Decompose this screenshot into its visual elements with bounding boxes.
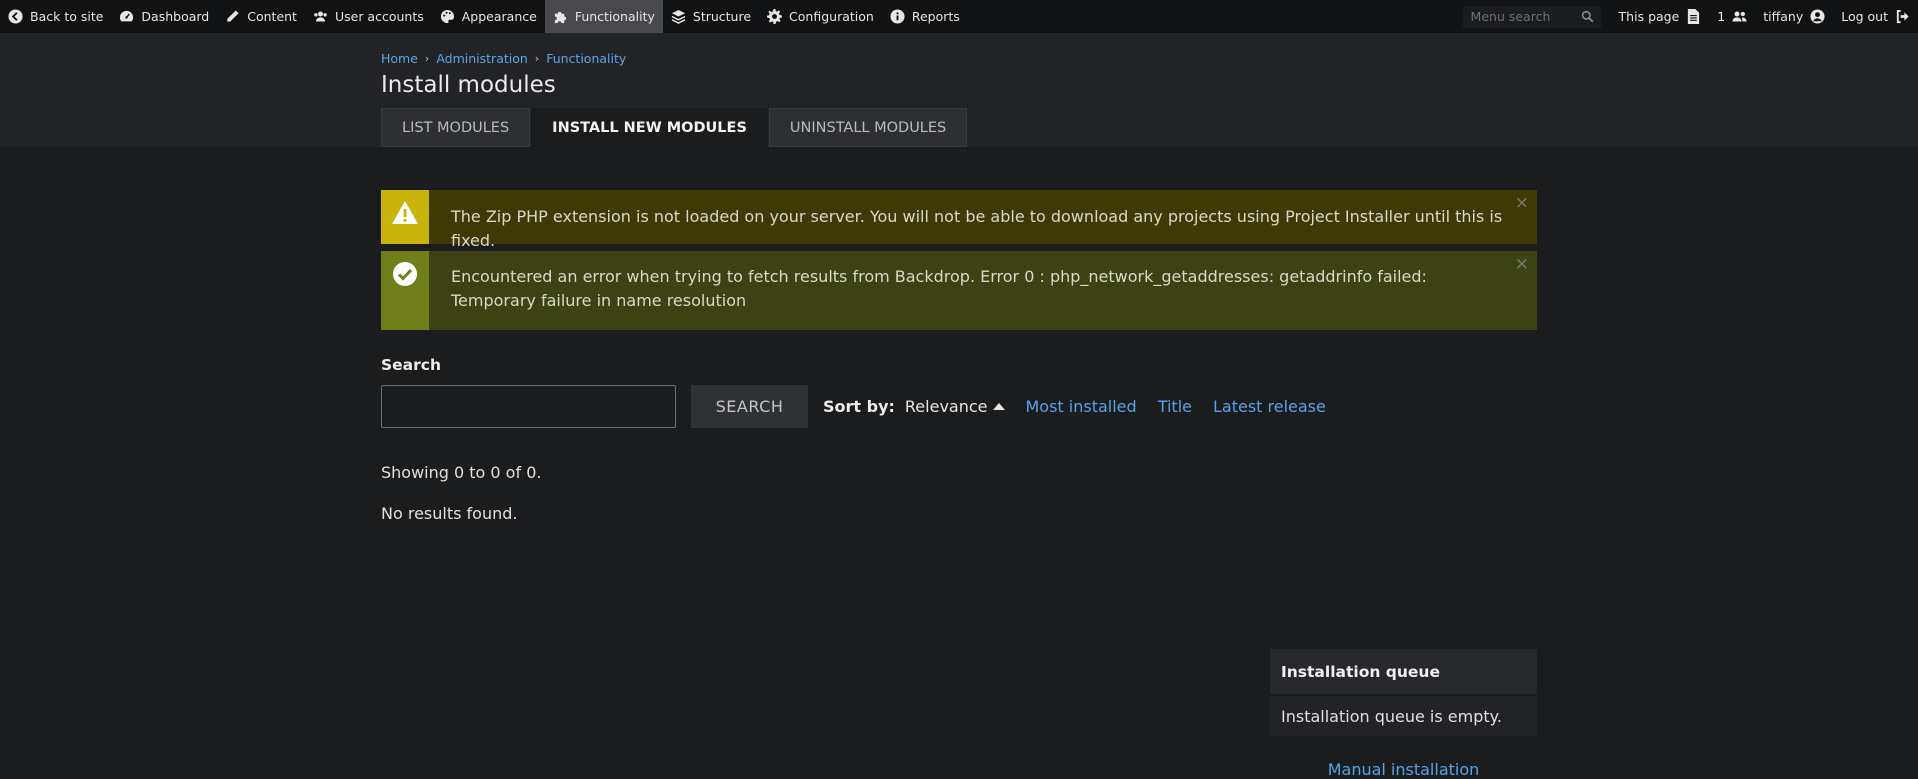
caret-up-icon (992, 403, 1005, 410)
logout-label: Log out (1841, 9, 1888, 24)
installation-queue-title: Installation queue (1270, 649, 1537, 694)
logout-icon (1896, 9, 1909, 24)
configuration-label: Configuration (789, 9, 874, 24)
user-accounts-link[interactable]: User accounts (305, 0, 432, 33)
breadcrumb-separator: › (424, 52, 430, 65)
this-page-link[interactable]: This page (1611, 0, 1710, 33)
sort-most-installed[interactable]: Most installed (1026, 397, 1137, 416)
info-icon (890, 9, 905, 24)
dashboard-label: Dashboard (141, 9, 210, 24)
gear-icon (767, 9, 783, 24)
tab-uninstall-modules[interactable]: UNINSTALL MODULES (768, 108, 968, 147)
manual-installation-link[interactable]: Manual installation (1270, 760, 1537, 779)
appearance-link[interactable]: Appearance (432, 0, 545, 33)
search-button[interactable]: SEARCH (691, 385, 808, 428)
breadcrumb-home[interactable]: Home (381, 51, 418, 66)
page-header: Home › Administration › Functionality In… (0, 33, 1918, 147)
structure-label: Structure (692, 9, 752, 24)
search-input[interactable] (381, 385, 676, 428)
page-title: Install modules (381, 72, 556, 98)
installation-queue: Installation queue Installation queue is… (1270, 649, 1537, 779)
close-icon[interactable]: × (1515, 254, 1529, 274)
palette-icon (440, 9, 454, 24)
logout-link[interactable]: Log out (1833, 0, 1918, 33)
functionality-label: Functionality (574, 9, 655, 24)
menu-search-placeholder: Menu search (1470, 9, 1551, 24)
installation-queue-empty: Installation queue is empty. (1270, 696, 1537, 736)
results-summary: Showing 0 to 0 of 0. (381, 463, 542, 482)
gauge-icon (120, 10, 134, 22)
puzzle-icon (554, 11, 566, 24)
content-label: Content (247, 9, 297, 24)
users-icon (314, 11, 327, 22)
sort-latest-release[interactable]: Latest release (1213, 397, 1326, 416)
main-content: The Zip PHP extension is not loaded on y… (381, 147, 1537, 779)
functionality-link[interactable]: Functionality (544, 0, 663, 33)
admin-bar-right: Menu search This page 1 tiffany Log out (1462, 0, 1918, 33)
breadcrumb: Home › Administration › Functionality (381, 33, 1537, 66)
menu-search-input[interactable]: Menu search (1462, 5, 1601, 28)
stack-icon (671, 9, 686, 24)
users-online-icon (1732, 11, 1747, 22)
breadcrumb-functionality[interactable]: Functionality (546, 51, 626, 66)
back-to-site-link[interactable]: Back to site (0, 0, 111, 33)
status-message: Encountered an error when trying to fetc… (381, 251, 1537, 330)
admin-bar-left: Back to site Dashboard Content User acco… (0, 0, 968, 33)
sort-current[interactable]: Relevance (905, 397, 1005, 416)
breadcrumb-separator: › (534, 52, 540, 65)
users-online-count: 1 (1717, 9, 1726, 24)
structure-link[interactable]: Structure (663, 0, 759, 33)
this-page-label: This page (1618, 9, 1680, 24)
warning-message: The Zip PHP extension is not loaded on y… (381, 190, 1537, 250)
tabs: LIST MODULES INSTALL NEW MODULES UNINSTA… (381, 108, 1537, 147)
status-message-text: Encountered an error when trying to fetc… (451, 267, 1427, 310)
warning-icon (392, 201, 418, 224)
user-accounts-label: User accounts (334, 9, 424, 24)
content-link[interactable]: Content (217, 0, 305, 33)
warning-message-text: The Zip PHP extension is not loaded on y… (451, 207, 1503, 250)
admin-bar: Back to site Dashboard Content User acco… (0, 0, 1918, 33)
no-results-text: No results found. (381, 504, 518, 523)
search-label: Search (381, 356, 442, 374)
tab-install-new-modules[interactable]: INSTALL NEW MODULES (531, 108, 768, 147)
search-icon (1581, 10, 1593, 23)
user-circle-icon (1810, 9, 1825, 24)
username-label: tiffany (1763, 9, 1804, 24)
pencil-icon (227, 10, 239, 22)
configuration-link[interactable]: Configuration (759, 0, 882, 33)
users-online-link[interactable]: 1 (1709, 0, 1755, 33)
appearance-label: Appearance (461, 9, 537, 24)
messages: The Zip PHP extension is not loaded on y… (381, 147, 1537, 330)
document-icon (1688, 9, 1700, 24)
back-to-site-label: Back to site (30, 9, 104, 24)
arrow-circle-left-icon (8, 9, 23, 24)
search-row: SEARCH Sort by: Relevance Most installed… (381, 385, 1537, 428)
reports-link[interactable]: Reports (882, 0, 968, 33)
user-menu-link[interactable]: tiffany (1755, 0, 1833, 33)
sort-label: Sort by: (823, 397, 895, 416)
breadcrumb-administration[interactable]: Administration (436, 51, 527, 66)
sort-current-label: Relevance (904, 397, 988, 416)
close-icon[interactable]: × (1515, 193, 1529, 213)
tab-list-modules[interactable]: LIST MODULES (381, 108, 531, 147)
check-circle-icon (393, 262, 417, 286)
reports-label: Reports (911, 9, 960, 24)
sort-title[interactable]: Title (1158, 397, 1192, 416)
dashboard-link[interactable]: Dashboard (111, 0, 217, 33)
sort-options: Sort by: Relevance Most installed Title … (823, 397, 1326, 416)
